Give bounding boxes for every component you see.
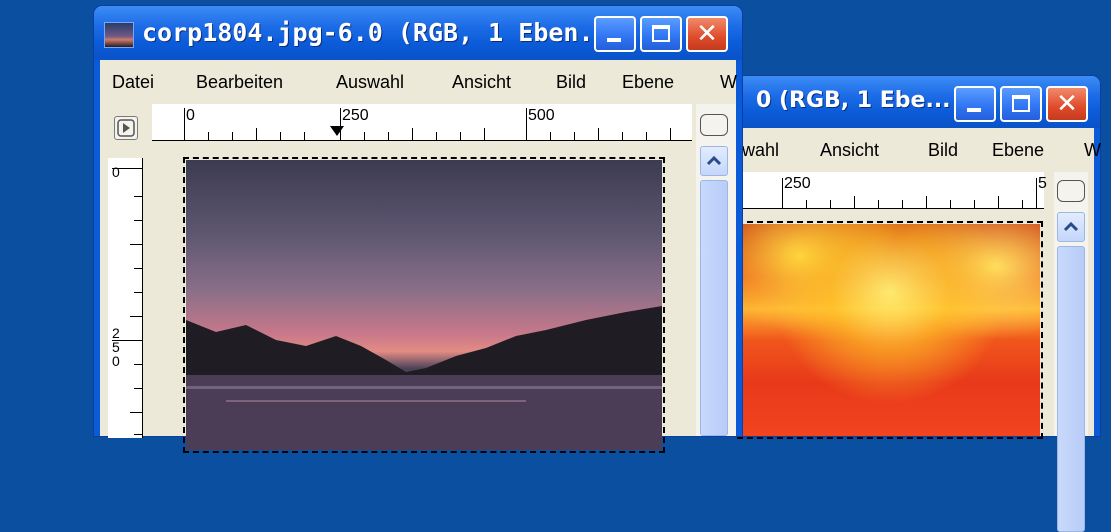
close-icon: ✕ [1056, 89, 1078, 119]
ruler-label: 500 [528, 107, 555, 124]
menu-more[interactable]: W [720, 72, 737, 93]
menu-more[interactable]: W [1084, 140, 1101, 161]
maximize-icon [1012, 95, 1030, 112]
minimize-icon [607, 38, 621, 42]
close-button-front[interactable]: ✕ [686, 16, 728, 52]
image-window-back[interactable]: 0 (RGB, 1 Ebe... ✕ wahl Ansicht Bild Ebe… [726, 76, 1101, 532]
menu-bild[interactable]: Bild [556, 72, 586, 93]
image-thumbnail-icon [104, 22, 134, 48]
image-area-back: 250 5 [732, 172, 1094, 532]
close-button-back[interactable]: ✕ [1046, 86, 1088, 122]
window-title-front: corp1804.jpg-6.0 (RGB, 1 Eben... [142, 18, 624, 47]
scroll-thumb-front[interactable] [700, 180, 728, 436]
image-area-front: 0 250 500 0 2 5 0 [100, 104, 736, 453]
horizontal-ruler-front[interactable]: 0 250 500 [152, 104, 692, 141]
minimize-button-front[interactable] [594, 16, 636, 52]
chevron-up-icon [1063, 221, 1079, 232]
navigate-button[interactable] [114, 116, 138, 140]
pointer-marker-icon [330, 126, 344, 136]
maximize-button-back[interactable] [1000, 86, 1042, 122]
maximize-button-front[interactable] [640, 16, 682, 52]
scroll-up-button-front[interactable] [700, 146, 728, 176]
menu-auswahl[interactable]: wahl [742, 140, 779, 161]
menu-bild[interactable]: Bild [928, 140, 958, 161]
ruler-label: 250 [342, 107, 369, 124]
sunset-image-canvas[interactable] [737, 221, 1043, 439]
scroll-thumb-back[interactable] [1057, 246, 1085, 532]
menu-bearbeiten[interactable]: Bearbeiten [196, 72, 283, 93]
ruler-label: 250 [784, 175, 811, 192]
zoom-corner-button-back[interactable] [1057, 180, 1085, 202]
zoom-corner-button-front[interactable] [700, 114, 728, 136]
menu-ebene[interactable]: Ebene [622, 72, 674, 93]
mountain-silhouette-icon [186, 306, 662, 450]
ruler-label: 5 [1038, 175, 1047, 192]
vertical-ruler-front[interactable]: 0 2 5 0 [108, 158, 143, 438]
vertical-scrollbar-back[interactable] [1054, 172, 1088, 532]
menubar-back: wahl Ansicht Bild Ebene W [732, 128, 1101, 172]
titlebar-front[interactable]: corp1804.jpg-6.0 (RGB, 1 Eben... ✕ [94, 6, 742, 60]
menu-ansicht[interactable]: Ansicht [820, 140, 879, 161]
vertical-scrollbar-front[interactable] [696, 104, 736, 436]
scroll-up-button-back[interactable] [1057, 212, 1085, 242]
menu-ansicht[interactable]: Ansicht [452, 72, 511, 93]
menu-datei[interactable]: Datei [112, 72, 154, 93]
ruler-label: 2 5 0 [112, 325, 120, 369]
window-title-back: 0 (RGB, 1 Ebe... [756, 88, 951, 113]
maximize-icon [652, 25, 670, 42]
horizontal-ruler-back[interactable]: 250 5 [732, 172, 1047, 209]
titlebar-back[interactable]: 0 (RGB, 1 Ebe... ✕ [726, 76, 1100, 128]
lake-sunset-image-canvas[interactable] [183, 157, 665, 453]
close-icon: ✕ [696, 19, 718, 49]
ruler-label: 0 [112, 164, 120, 180]
minimize-icon [967, 108, 981, 112]
ruler-label: 0 [186, 107, 195, 124]
menu-ebene[interactable]: Ebene [992, 140, 1044, 161]
menu-auswahl[interactable]: Auswahl [336, 72, 404, 93]
image-window-front[interactable]: corp1804.jpg-6.0 (RGB, 1 Eben... ✕ Datei… [94, 6, 742, 453]
chevron-up-icon [706, 155, 722, 166]
navigate-icon [117, 119, 135, 137]
menubar-front: Datei Bearbeiten Auswahl Ansicht Bild Eb… [100, 60, 737, 104]
minimize-button-back[interactable] [954, 86, 996, 122]
